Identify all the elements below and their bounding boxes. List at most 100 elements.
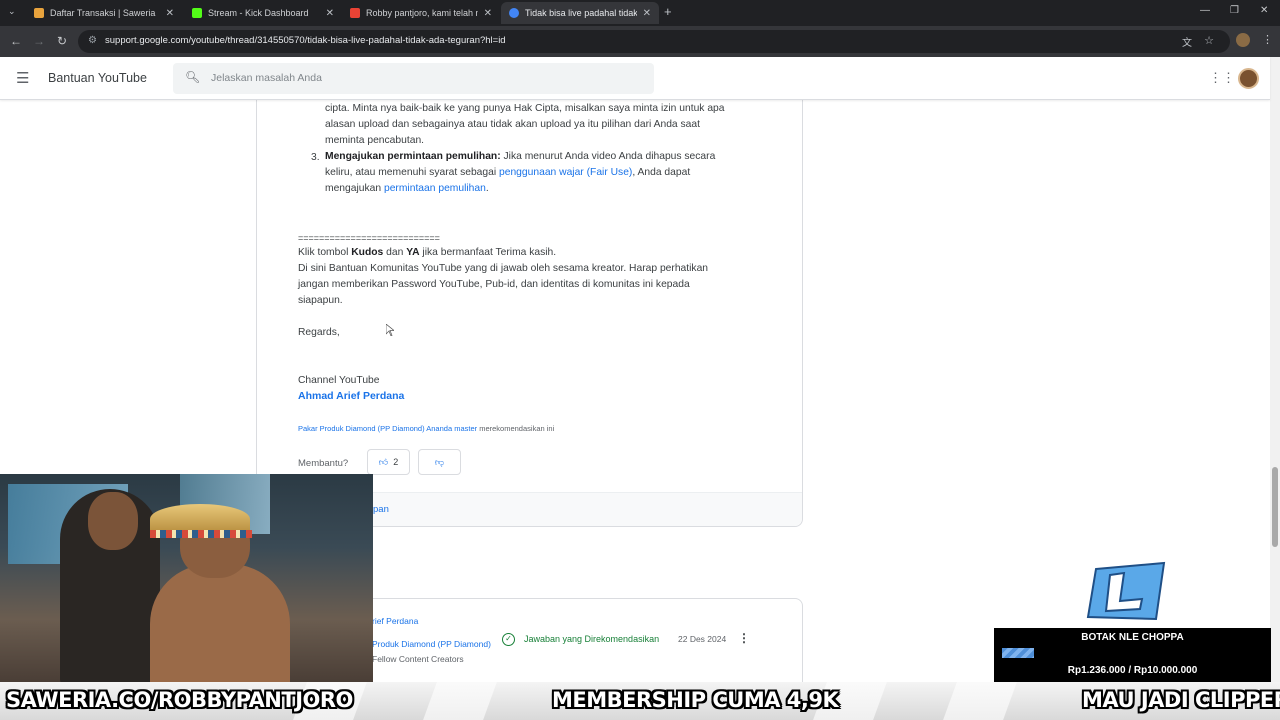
divider-text: =========================== (298, 233, 440, 243)
membership-ticker-text: MEMBERSHIP CUMA 4,9K (552, 688, 839, 712)
tab-gmail[interactable]: Robby pantjoro, kami telah me ✕ (342, 2, 500, 24)
hamburger-menu-icon[interactable]: ☰ (16, 69, 29, 87)
close-icon[interactable]: ✕ (326, 8, 334, 19)
translate-icon[interactable]: 文 (1182, 34, 1192, 49)
body-text: , Anda dapat (632, 167, 691, 178)
saweria-ticker-text: SAWERIA.CO/ROBBYPANTJORO (6, 688, 353, 712)
goal-progress-bar (1002, 648, 1034, 658)
body-text: dan (383, 247, 407, 258)
webcam-overlay (0, 474, 373, 682)
list-item-heading: Mengajukan permintaan pemulihan: (325, 151, 501, 162)
new-tab-icon[interactable]: + (664, 4, 672, 19)
site-info-icon[interactable]: ⚙ (88, 35, 97, 46)
reply-author-badge[interactable]: Produk Diamond (PP Diamond) (372, 639, 491, 649)
forward-icon[interactable]: → (33, 34, 45, 48)
body-text: Jika menurut Anda video Anda dihapus sec… (500, 151, 716, 162)
body-text: meminta pencabutan. (325, 135, 425, 146)
restoration-request-link[interactable]: permintaan pemulihan (384, 183, 486, 194)
saweria-favicon-icon (34, 8, 44, 18)
list-item-3-line3: mengajukan permintaan pemulihan. (325, 181, 489, 197)
reply-author-subtitle: Fellow Content Creators (372, 654, 464, 664)
list-item-3-line2: keliru, atau memenuhi syarat sebagai pen… (325, 165, 690, 181)
tab-search-icon[interactable]: ⌄ (8, 6, 16, 17)
close-icon[interactable]: ✕ (643, 8, 651, 19)
gmail-favicon-icon (350, 8, 360, 18)
fair-use-link[interactable]: penggunaan wajar (Fair Use) (499, 167, 632, 178)
scrollbar-thumb[interactable] (1272, 467, 1278, 547)
reply-author-link[interactable]: rief Perdana (372, 616, 418, 626)
author-link[interactable]: Ahmad Arief Perdana (298, 390, 404, 402)
page-scrollbar[interactable] (1270, 57, 1280, 720)
goal-logo-icon (1086, 561, 1166, 621)
recommended-answer-label: Jawaban yang Direkomendasikan (524, 634, 660, 644)
kudos-word: Kudos (351, 247, 384, 258)
address-toolbar: ← → ↻ ⚙ support.google.com/youtube/threa… (0, 26, 1280, 57)
body-text: . (485, 183, 489, 194)
list-number: 3. (311, 152, 320, 163)
regards-text: Regards, (298, 327, 340, 338)
body-text: alasan upload dan sebagainya atau tidak … (325, 119, 700, 130)
google-favicon-icon (509, 8, 519, 18)
channel-label: Channel YouTube (298, 375, 380, 386)
body-text: mengajukan (325, 183, 384, 194)
ya-word: YA (406, 247, 420, 258)
tab-title: Stream - Kick Dashboard (208, 8, 309, 18)
tab-title: Tidak bisa live padahal tidak ad (525, 8, 637, 18)
clipper-ticker-text: MAU JADI CLIPPER? (1082, 688, 1280, 712)
browser-profile-avatar[interactable] (1236, 33, 1250, 47)
tab-title: Robby pantjoro, kami telah me (366, 8, 478, 18)
brand-title[interactable]: Bantuan YouTube (48, 71, 147, 85)
search-placeholder: Jelaskan masalah Anda (211, 72, 322, 84)
list-item-3: Mengajukan permintaan pemulihan: Jika me… (325, 149, 715, 165)
browser-tab-bar: ⌄ Daftar Transaksi | Saweria ✕ Stream - … (0, 0, 1280, 26)
body-text: cipta. Minta nya baik-baik ke yang punya… (325, 103, 725, 114)
expert-link[interactable]: Pakar Produk Diamond (PP Diamond) Ananda… (298, 424, 477, 433)
account-avatar[interactable] (1238, 68, 1259, 89)
kudos-line: Klik tombol Kudos dan YA jika bermanfaat… (298, 245, 556, 261)
back-icon[interactable]: ← (10, 34, 22, 48)
body-text: merekomendasikan ini (477, 424, 555, 433)
maximize-icon[interactable]: ❐ (1230, 5, 1239, 16)
more-options-icon[interactable]: ⋮ (738, 631, 750, 645)
window-close-icon[interactable]: ✕ (1260, 5, 1268, 16)
help-header: ☰ Bantuan YouTube 🔍︎ Jelaskan masalah An… (0, 57, 1270, 100)
tab-youtube-help[interactable]: Tidak bisa live padahal tidak ad ✕ (501, 2, 659, 24)
minimize-icon[interactable]: — (1200, 5, 1210, 16)
downvote-button[interactable]: 👎︎ (418, 449, 461, 475)
close-icon[interactable]: ✕ (166, 8, 174, 19)
search-icon: 🔍︎ (185, 70, 201, 84)
reply-date: 22 Des 2024 (678, 634, 727, 644)
check-circle-icon: ✓ (502, 633, 515, 646)
tab-title: Daftar Transaksi | Saweria (50, 8, 156, 18)
upvote-count: 2 (393, 457, 399, 467)
mouse-cursor-icon (386, 324, 394, 336)
bookmark-star-icon[interactable]: ☆ (1204, 34, 1214, 47)
body-text: siapapun. (298, 295, 343, 306)
search-input[interactable]: 🔍︎ Jelaskan masalah Anda (173, 63, 654, 94)
thumbs-up-icon: 👍︎ (378, 456, 389, 467)
helpful-label: Membantu? (298, 458, 349, 469)
body-text: jangan memberikan Password YouTube, Pub-… (298, 279, 690, 290)
headband (150, 530, 252, 538)
recommendation-note: Pakar Produk Diamond (PP Diamond) Ananda… (298, 424, 554, 433)
close-icon[interactable]: ✕ (484, 8, 492, 19)
url-text[interactable]: support.google.com/youtube/thread/314550… (105, 35, 506, 46)
stream-ticker: SAWERIA.CO/ROBBYPANTJORO MEMBERSHIP CUMA… (0, 682, 1280, 720)
guest-body (150, 564, 290, 682)
upvote-button[interactable]: 👍︎ 2 (367, 449, 410, 475)
donation-goal-widget: BOTAK NLE CHOPPA Rp1.236.000 / Rp10.000.… (994, 628, 1271, 682)
thumbs-down-icon: 👎︎ (434, 456, 445, 467)
body-text: keliru, atau memenuhi syarat sebagai (325, 167, 499, 178)
url-bar[interactable]: ⚙ support.google.com/youtube/thread/3145… (78, 30, 1230, 53)
kick-favicon-icon (192, 8, 202, 18)
footer-link[interactable]: pan (373, 504, 389, 515)
body-text: Di sini Bantuan Komunitas YouTube yang d… (298, 263, 709, 274)
body-text: Klik tombol (298, 247, 352, 258)
tab-kick-dashboard[interactable]: Stream - Kick Dashboard ✕ (184, 2, 342, 24)
reload-icon[interactable]: ↻ (57, 34, 67, 48)
browser-menu-icon[interactable]: ⋮ (1262, 33, 1273, 46)
goal-amount: Rp1.236.000 / Rp10.000.000 (1067, 665, 1198, 676)
goal-title: BOTAK NLE CHOPPA (1081, 632, 1184, 643)
body-text: jika bermanfaat Terima kasih. (419, 247, 557, 258)
tab-saweria[interactable]: Daftar Transaksi | Saweria ✕ (26, 2, 182, 24)
